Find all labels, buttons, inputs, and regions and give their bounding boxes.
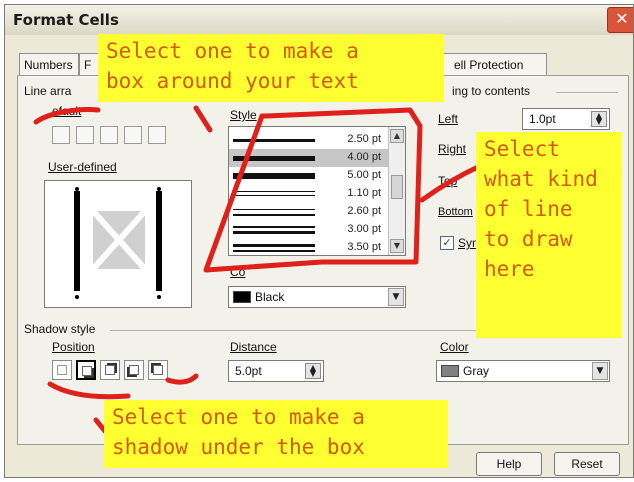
annotation-line: Select one to make a <box>106 39 359 63</box>
annotation-line: to draw <box>484 227 573 251</box>
annotation-line: what kind <box>484 167 598 191</box>
annotation-right-note: Select what kind of line to draw here <box>476 132 622 338</box>
annotation-line: here <box>484 257 535 281</box>
annotation-bottom-note: Select one to make a shadow under the bo… <box>104 400 448 468</box>
annotation-top-note: Select one to make a box around your tex… <box>98 34 444 102</box>
annotation-line: box around your text <box>106 69 359 93</box>
annotation-line: Select <box>484 137 560 161</box>
annotation-line: of line <box>484 197 573 221</box>
annotation-line: shadow under the box <box>112 435 365 459</box>
annotation-line: Select one to make a <box>112 405 365 429</box>
